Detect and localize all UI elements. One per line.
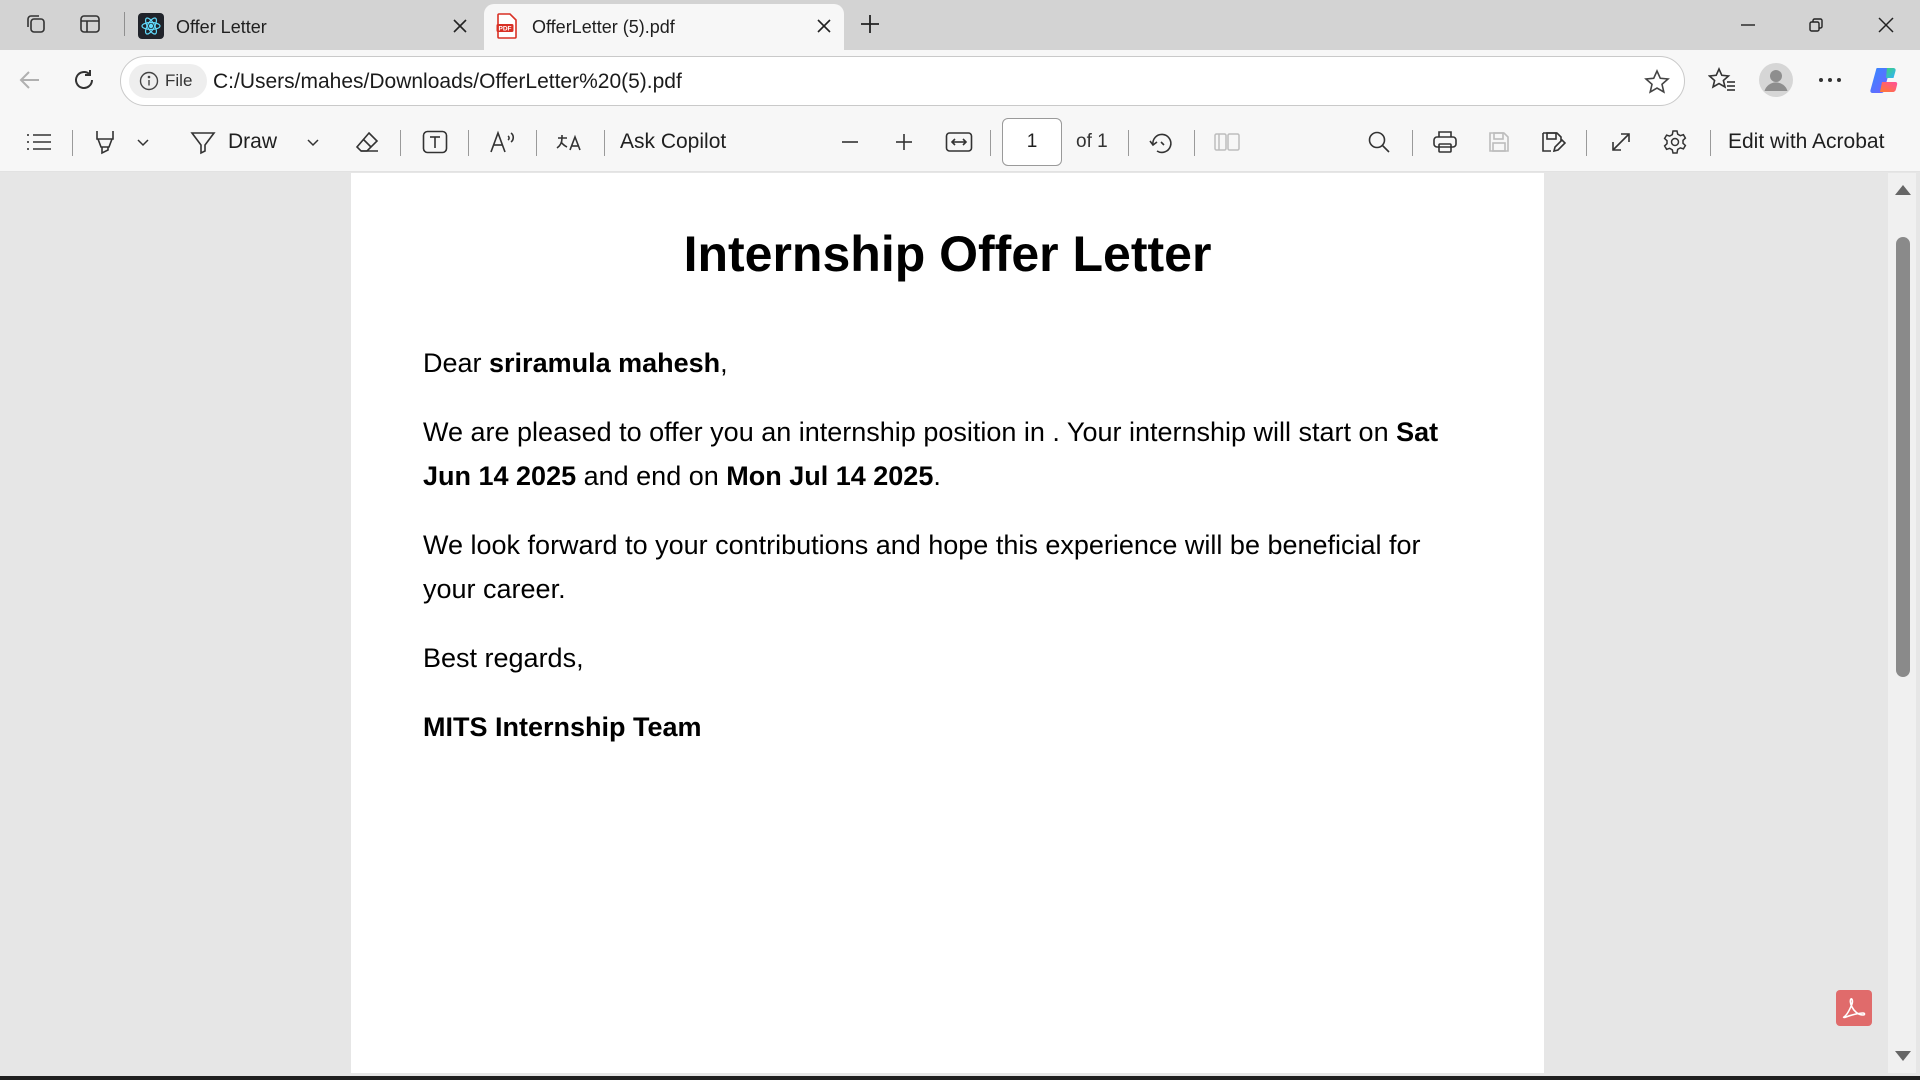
toolbar-separator [536,130,537,156]
tab-strip: Offer Letter PDF OfferLetter (5).pdf [0,0,1920,50]
page-view-icon[interactable] [1210,124,1244,160]
toolbar-separator [1128,130,1129,156]
document-body: Dear sriramula mahesh, We are pleased to… [423,341,1473,774]
page-total-label: of 1 [1076,131,1108,152]
tab-offer-letter[interactable]: Offer Letter [128,4,480,50]
signature-text: MITS Internship Team [423,712,702,742]
add-text-icon[interactable] [418,124,452,160]
greeting-suffix: , [720,348,728,378]
offer-text: We are pleased to offer you an internshi… [423,417,1397,447]
signature: MITS Internship Team [423,705,1473,749]
greeting-line: Dear sriramula mahesh, [423,341,1473,385]
toolbar-separator [1586,130,1587,156]
closing-paragraph: We look forward to your contributions an… [423,530,1421,604]
offer-text-mid: and end on [576,461,727,491]
edit-acrobat-label: Edit with Acrobat [1728,130,1885,153]
toolbar-separator [1412,130,1413,156]
end-date: Mon Jul 14 2025 [726,461,934,491]
address-bar[interactable]: File C:/Users/mahes/Downloads/OfferLette… [120,56,1685,106]
tab-title: Offer Letter [176,17,267,37]
ask-copilot-label: Ask Copilot [620,130,727,153]
toolbar-separator [604,130,605,156]
minimize-icon[interactable] [1714,0,1782,50]
translate-icon[interactable] [552,124,588,160]
toolbar-separator [1194,130,1195,156]
greeting-prefix: Dear [423,348,490,378]
back-icon[interactable] [10,60,50,100]
settings-gear-icon[interactable] [1658,124,1692,160]
avatar[interactable] [1756,60,1796,100]
close-icon[interactable] [1852,0,1920,50]
highlight-options-chevron-icon[interactable] [132,124,154,160]
sign-off: Best regards, [423,643,584,673]
info-icon [139,71,159,91]
site-info-button[interactable]: File [129,64,207,98]
scrollbar-thumb[interactable] [1896,237,1910,677]
scheme-label: File [165,71,193,90]
rotate-icon[interactable] [1144,124,1178,160]
save-as-icon[interactable] [1536,124,1570,160]
toolbar-separator [400,130,401,156]
scroll-down-icon[interactable] [1895,1051,1911,1061]
tab-separator [124,12,125,36]
navigation-bar: File C:/Users/mahes/Downloads/OfferLette… [0,50,1920,112]
pdf-icon: PDF [494,13,520,39]
draw-button[interactable]: Draw [190,124,290,160]
fullscreen-icon[interactable] [1604,124,1638,160]
zoom-out-icon[interactable] [834,124,866,160]
toolbar-separator [468,130,469,156]
vertical-tabs-icon[interactable] [68,6,112,42]
close-tab-icon[interactable] [446,12,474,40]
draw-icon [190,129,216,155]
toolbar-separator [1710,130,1711,156]
toolbar-separator [990,130,991,156]
url-text[interactable]: C:/Users/mahes/Downloads/OfferLetter%20(… [213,70,682,94]
svg-text:PDF: PDF [499,26,512,33]
refresh-icon[interactable] [64,60,104,100]
document-title: Internship Offer Letter [683,226,1212,282]
offer-text-end: . [933,461,941,491]
add-favorite-icon[interactable] [1644,69,1670,95]
save-icon[interactable] [1482,124,1516,160]
read-aloud-icon[interactable] [486,124,520,160]
eraser-icon[interactable] [350,124,384,160]
acrobat-icon[interactable] [1836,990,1872,1026]
search-icon[interactable] [1362,124,1396,160]
fit-to-width-icon[interactable] [942,124,976,160]
edit-with-acrobat-button[interactable]: Edit with Acrobat [1728,124,1898,160]
recipient-name: sriramula mahesh [489,348,721,378]
restore-icon[interactable] [1782,0,1850,50]
pdf-toolbar: Draw Ask Copilot 1 of 1 Edit with Acroba… [0,112,1920,172]
draw-options-chevron-icon[interactable] [302,124,324,160]
zoom-in-icon[interactable] [888,124,920,160]
draw-label: Draw [228,130,278,153]
tab-title: OfferLetter (5).pdf [532,17,675,37]
print-icon[interactable] [1428,124,1462,160]
offer-paragraph: We are pleased to offer you an internshi… [423,410,1473,498]
close-tab-icon[interactable] [810,12,838,40]
taskbar-edge [0,1076,1920,1080]
favorites-icon[interactable] [1702,60,1742,100]
pdf-page: Internship Offer Letter Dear sriramula m… [351,173,1544,1073]
contents-icon[interactable] [22,124,56,160]
tab-offerletter-pdf[interactable]: PDF OfferLetter (5).pdf [484,4,844,50]
more-options-icon[interactable] [1810,60,1850,100]
scroll-up-icon[interactable] [1895,185,1911,195]
copilot-icon[interactable] [1864,60,1904,100]
ask-copilot-button[interactable]: Ask Copilot [620,124,750,160]
highlight-icon[interactable] [88,124,122,160]
page-number-input[interactable]: 1 [1002,118,1062,166]
workspaces-icon[interactable] [14,6,58,42]
react-icon [138,13,164,39]
vertical-scrollbar[interactable] [1888,173,1916,1073]
toolbar-separator [72,130,73,156]
new-tab-button[interactable] [850,6,890,42]
